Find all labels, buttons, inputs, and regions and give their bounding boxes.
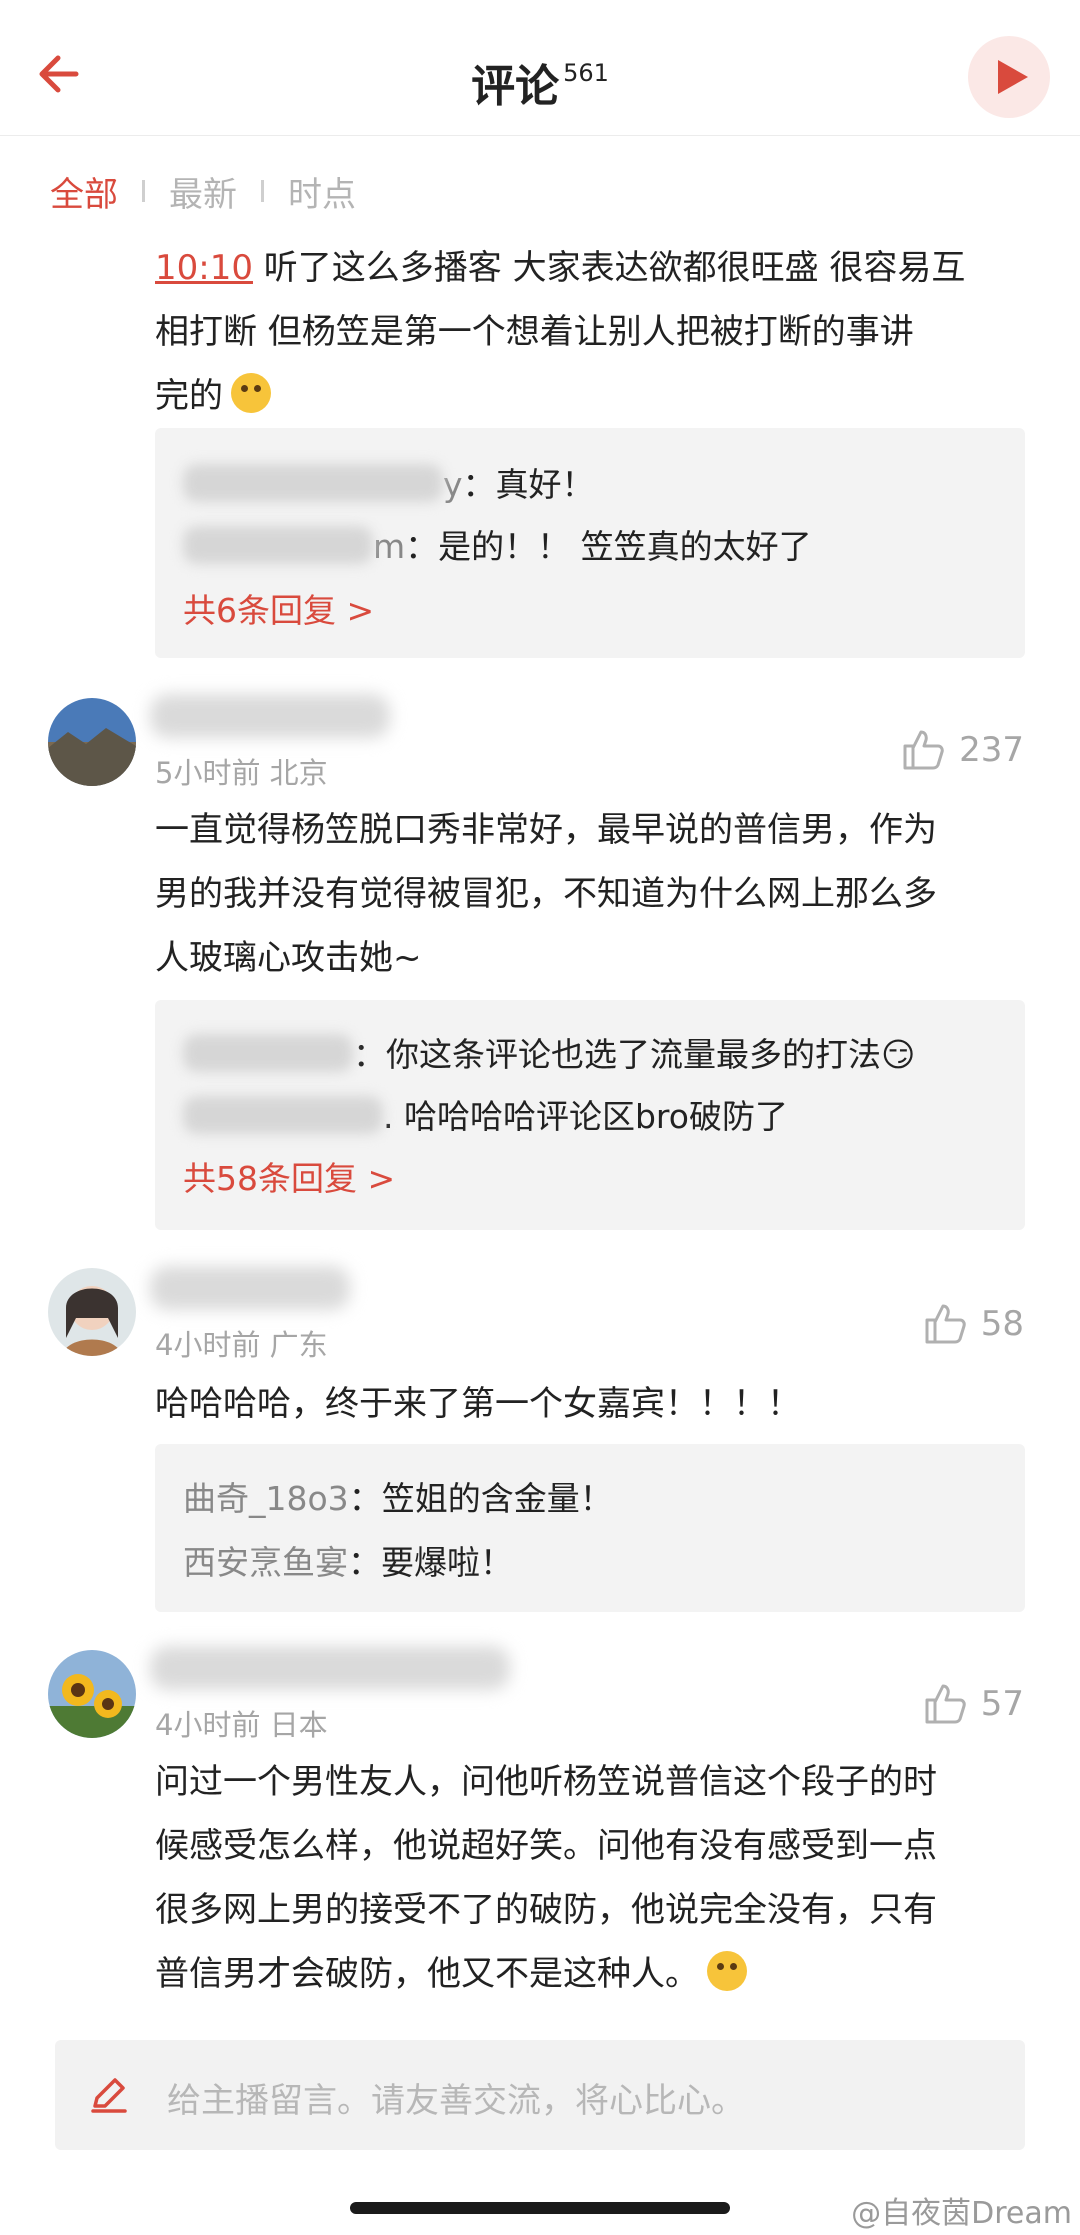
tab-timepoint[interactable]: 时点: [288, 167, 356, 216]
watermark: @自夜茵Dream: [851, 2196, 1072, 2231]
input-placeholder: 给主播留言。请友善交流，将心比心。: [167, 2081, 745, 2121]
like-count: 58: [980, 1304, 1024, 1344]
thumbs-up-icon: [925, 1684, 966, 1724]
laughing-emoji-icon: [231, 373, 271, 413]
tab-latest[interactable]: 最新: [169, 167, 237, 216]
timestamp-link[interactable]: 10:10: [155, 248, 253, 288]
play-icon: [998, 60, 1028, 94]
reply-text: . 哈哈哈哈评论区bro破防了: [383, 1097, 788, 1136]
comment-input[interactable]: 给主播留言。请友善交流，将心比心。: [55, 2040, 1025, 2150]
title-text: 评论: [471, 61, 560, 112]
tears-of-joy-emoji-icon: [707, 1951, 747, 1991]
comment-text: 哈哈哈哈，终于来了第一个女嘉宾！！！！: [155, 1372, 1035, 1436]
reply-line: . 哈哈哈哈评论区bro破防了: [183, 1090, 788, 1138]
reply-line: ：你这条评论也选了流量最多的打法😏: [183, 1028, 915, 1076]
comment-text-line: 普信男才会破防，他又不是这种人。: [155, 1954, 699, 1994]
blurred-username: [150, 694, 390, 738]
pen-icon: [91, 2078, 127, 2113]
blurred-username: [150, 1646, 510, 1690]
play-button[interactable]: [968, 36, 1050, 118]
like-button[interactable]: 237: [901, 728, 1024, 772]
reply-name[interactable]: 西安烹鱼宴: [183, 1543, 348, 1582]
comment-count: 561: [563, 59, 609, 87]
reply-preview[interactable]: 曲奇_18o3：笠姐的含金量！ 西安烹鱼宴：要爆啦！: [155, 1444, 1025, 1612]
comment-text-line: 问过一个男性友人，问他听杨笠说普信这个段子的时: [155, 1762, 937, 1802]
more-replies-link[interactable]: 共58条回复 >: [183, 1152, 395, 1200]
comment-text-line: 人玻璃心攻击她~: [155, 938, 422, 978]
tab-divider: [142, 180, 145, 202]
avatar[interactable]: [48, 1650, 136, 1738]
comment-text-line: 听了这么多播客 大家表达欲都很旺盛 很容易互: [252, 248, 966, 288]
reply-name: y: [443, 465, 463, 504]
reply-line: y：真好！: [183, 458, 595, 506]
reply-name: m: [373, 527, 406, 566]
like-count: 237: [959, 730, 1024, 770]
reply-text: ：要爆啦！: [348, 1543, 513, 1582]
blurred-username: [183, 1034, 353, 1072]
home-indicator[interactable]: [350, 2202, 730, 2214]
avatar[interactable]: [48, 1268, 136, 1356]
comment-meta: 4小时前 日本: [155, 1708, 328, 1742]
reply-preview[interactable]: y：真好！ m：是的！！ 笠笠真的太好了 共6条回复 >: [155, 428, 1025, 658]
reply-text: ：你这条评论也选了流量最多的打法😏: [353, 1035, 916, 1074]
comment-text-line: 一直觉得杨笠脱口秀非常好，最早说的普信男，作为: [155, 810, 937, 850]
reply-line: m：是的！！ 笠笠真的太好了: [183, 520, 812, 568]
tab-all[interactable]: 全部: [50, 167, 118, 216]
blurred-username: [183, 1096, 383, 1134]
top-bar: 评论 561: [0, 0, 1080, 136]
comment-text-line: 相打断 但杨笠是第一个想着让别人把被打断的事讲: [155, 312, 914, 352]
comment-text: 问过一个男性友人，问他听杨笠说普信这个段子的时 候感受怎么样，他说超好笑。问他有…: [155, 1750, 1035, 2006]
comment-text: 10:10 听了这么多播客 大家表达欲都很旺盛 很容易互 相打断 但杨笠是第一个…: [155, 236, 1035, 428]
like-button[interactable]: 57: [923, 1682, 1024, 1726]
reply-preview[interactable]: ：你这条评论也选了流量最多的打法😏 . 哈哈哈哈评论区bro破防了 共58条回复…: [155, 1000, 1025, 1230]
blurred-username: [150, 1266, 350, 1310]
comment-text-line: 很多网上男的接受不了的破防，他说完全没有，只有: [155, 1890, 937, 1930]
comment-text-line: 哈哈哈哈，终于来了第一个女嘉宾！！！！: [155, 1384, 801, 1424]
blurred-username: [183, 464, 443, 502]
blurred-username: [183, 526, 373, 564]
sort-tabs: 全部 最新 时点: [50, 166, 356, 216]
more-replies-link[interactable]: 共6条回复 >: [183, 584, 374, 632]
comment-text-line: 男的我并没有觉得被冒犯，不知道为什么网上那么多: [155, 874, 937, 914]
like-button[interactable]: 58: [923, 1302, 1024, 1346]
reply-text: ：笠姐的含金量！: [348, 1479, 613, 1518]
reply-line: 曲奇_18o3：笠姐的含金量！: [183, 1472, 613, 1520]
reply-text: ：真好！: [462, 465, 595, 504]
tab-divider: [261, 180, 264, 202]
reply-text: ：是的！！ 笠笠真的太好了: [405, 527, 812, 566]
comment-text: 一直觉得杨笠脱口秀非常好，最早说的普信男，作为 男的我并没有觉得被冒犯，不知道为…: [155, 798, 1035, 990]
reply-name[interactable]: 曲奇_18o3: [183, 1479, 349, 1518]
comment-text-line: 完的: [155, 376, 223, 416]
comment-meta: 4小时前 广东: [155, 1328, 328, 1362]
reply-line: 西安烹鱼宴：要爆啦！: [183, 1536, 513, 1584]
thumbs-up-icon: [903, 730, 944, 770]
like-count: 57: [980, 1684, 1024, 1724]
page-title: 评论 561: [0, 50, 1080, 114]
avatar[interactable]: [48, 698, 136, 786]
thumbs-up-icon: [925, 1304, 966, 1344]
comment-meta: 5小时前 北京: [155, 756, 328, 790]
comment-text-line: 候感受怎么样，他说超好笑。问他有没有感受到一点: [155, 1826, 937, 1866]
